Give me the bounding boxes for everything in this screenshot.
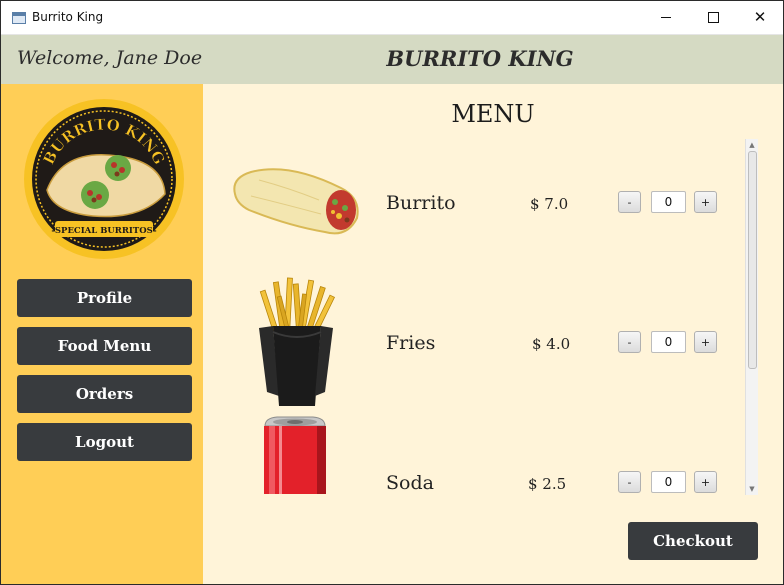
sidebar-item-food-menu[interactable]: Food Menu	[17, 327, 192, 365]
close-icon: ✕	[753, 8, 767, 26]
quantity-input[interactable]: 0	[651, 471, 686, 493]
menu-list: Burrito $ 7.0 - 0 + Fries $ 4.0 - 0 + So…	[203, 136, 743, 494]
close-button[interactable]: ✕	[737, 1, 783, 34]
fries-image	[259, 277, 335, 406]
burrito-image	[233, 168, 359, 235]
maximize-icon	[707, 12, 719, 23]
decrease-quantity-button[interactable]: -	[618, 471, 641, 493]
brand-title-text: BURRITO KING	[386, 46, 574, 71]
item-name: Soda	[386, 472, 434, 494]
logo-bottom-text: -SPECIAL BURRITOS-	[51, 226, 157, 236]
item-price: $ 7.0	[530, 195, 569, 213]
menu-item-fries: Fries $ 4.0 - 0 +	[203, 276, 743, 416]
item-name: Fries	[386, 332, 436, 354]
soda-image	[264, 416, 326, 494]
quantity-input[interactable]: 0	[651, 331, 686, 353]
window-title: Burrito King	[32, 10, 104, 24]
increase-quantity-button[interactable]: +	[694, 471, 717, 493]
quantity-input[interactable]: 0	[651, 191, 686, 213]
minimize-icon	[661, 17, 671, 18]
decrease-quantity-button[interactable]: -	[618, 331, 641, 353]
menu-item-burrito: Burrito $ 7.0 - 0 +	[203, 136, 743, 276]
sidebar-item-logout[interactable]: Logout	[17, 423, 192, 461]
increase-quantity-button[interactable]: +	[694, 191, 717, 213]
scrollbar-thumb[interactable]	[748, 151, 757, 369]
menu-scrollbar[interactable]: ▲ ▼	[745, 139, 758, 495]
app-window: Burrito King ✕ Welcome, Jane Doe BURRITO…	[0, 0, 784, 585]
brand-title: BURRITO KING	[1, 46, 783, 71]
increase-quantity-button[interactable]: +	[694, 331, 717, 353]
item-price: $ 2.5	[528, 475, 567, 493]
sidebar-item-profile[interactable]: Profile	[17, 279, 192, 317]
header-bar: Welcome, Jane Doe BURRITO KING	[1, 35, 783, 84]
burrito-king-logo: BURRITO KING -SPECIAL BURRITOS-	[24, 99, 184, 259]
main-content: MENU Burrito $ 7.0 - 0 + Fries $ 4.0 - 0…	[203, 84, 783, 584]
menu-item-soda: Soda $ 2.5 - 0 +	[203, 416, 743, 494]
page-title: MENU	[451, 100, 535, 128]
item-price: $ 4.0	[532, 335, 571, 353]
sidebar-item-orders[interactable]: Orders	[17, 375, 192, 413]
item-name: Burrito	[386, 192, 456, 214]
checkout-button[interactable]: Checkout	[628, 522, 758, 560]
scroll-down-icon[interactable]: ▼	[747, 484, 757, 494]
app-icon	[12, 12, 26, 24]
minimize-button[interactable]	[643, 1, 689, 34]
sidebar: BURRITO KING -SPECIAL BURRITOS- Profile …	[1, 84, 203, 584]
title-bar: Burrito King ✕	[1, 1, 783, 35]
maximize-button[interactable]	[690, 1, 736, 34]
scroll-up-icon[interactable]: ▲	[747, 140, 757, 150]
decrease-quantity-button[interactable]: -	[618, 191, 641, 213]
